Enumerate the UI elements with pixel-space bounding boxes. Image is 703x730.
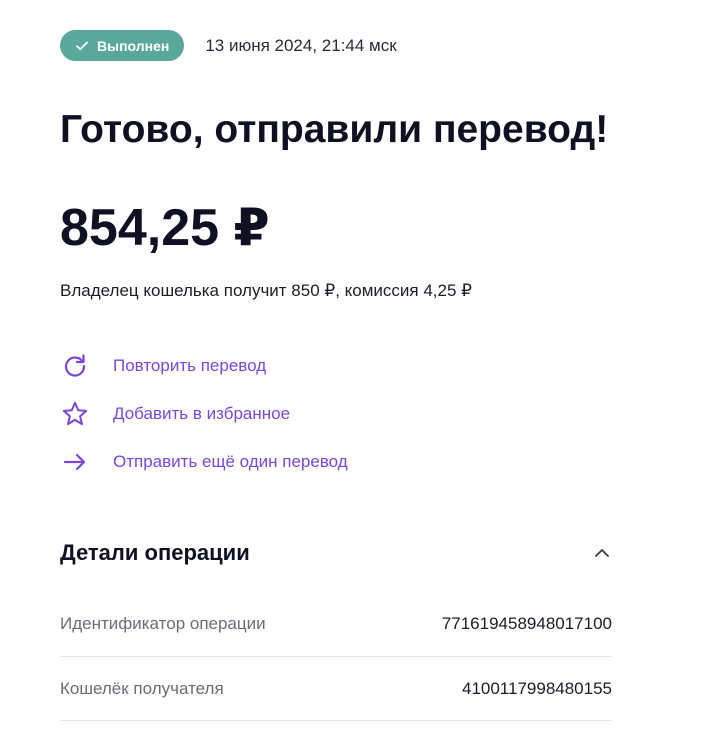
divider: [60, 720, 612, 721]
detail-value: 771619458948017100: [441, 614, 612, 633]
divider: [60, 656, 612, 657]
repeat-transfer-button[interactable]: Повторить перевод: [60, 351, 266, 381]
add-to-favorites-label: Добавить в избранное: [113, 404, 291, 423]
amount-breakdown: Владелец кошелька получит 850 ₽, комисси…: [60, 281, 472, 300]
send-another-transfer-label: Отправить ещё один перевод: [113, 452, 348, 471]
send-another-transfer-button[interactable]: Отправить ещё один перевод: [60, 447, 348, 477]
detail-row-recipient-wallet: Кошелёк получателя 4100117998480155: [60, 676, 612, 702]
details-title: Детали операции: [60, 540, 250, 565]
repeat-transfer-label: Повторить перевод: [113, 356, 267, 375]
chevron-up-icon[interactable]: [592, 543, 612, 563]
page-title: Готово, отправили перевод!: [60, 108, 609, 151]
detail-row-operation-id: Идентификатор операции 77161945894801710…: [60, 611, 612, 637]
status-badge-label: Выполнен: [97, 37, 170, 54]
detail-key: Идентификатор операции: [60, 614, 266, 633]
operation-result-page: Выполнен 13 июня 2024, 21:44 мск Готово,…: [0, 0, 703, 730]
detail-key: Кошелёк получателя: [60, 679, 224, 698]
repeat-icon: [60, 351, 90, 381]
operation-date: 13 июня 2024, 21:44 мск: [205, 35, 397, 55]
detail-value: 4100117998480155: [461, 679, 612, 698]
status-row: Выполнен 13 июня 2024, 21:44 мск: [60, 30, 397, 61]
transfer-amount: 854,25 ₽: [60, 199, 270, 257]
check-icon: [76, 41, 88, 50]
details-toggle[interactable]: Детали операции: [60, 536, 612, 570]
star-icon: [60, 399, 90, 429]
status-badge: Выполнен: [60, 30, 185, 61]
add-to-favorites-button[interactable]: Добавить в избранное: [60, 399, 290, 429]
arrow-right-icon: [60, 447, 90, 477]
